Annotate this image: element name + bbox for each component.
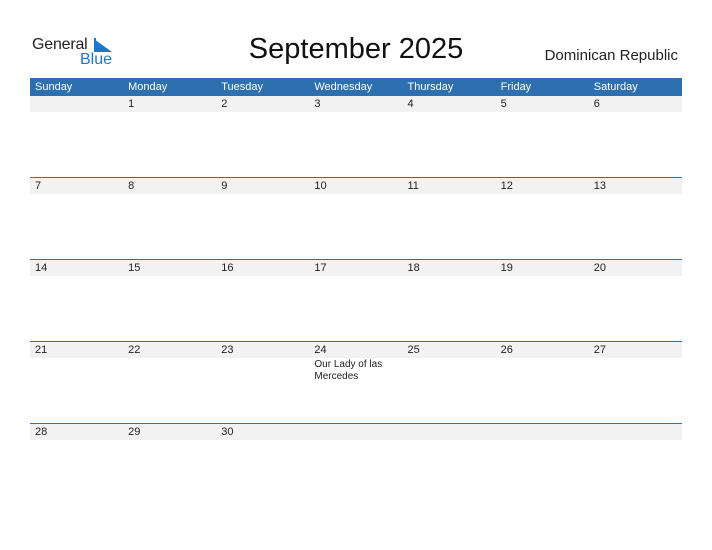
event-band [30, 112, 682, 113]
day-number: 7 [35, 180, 42, 192]
holiday-label [30, 276, 123, 277]
day-number: 9 [221, 180, 228, 192]
weekday-label: Monday [128, 81, 168, 93]
holiday-label [30, 358, 123, 383]
day-number: 17 [314, 262, 327, 274]
day-number: 22 [128, 344, 141, 356]
week-row: 28 29 30 [30, 423, 682, 505]
holiday-label [589, 194, 682, 195]
holiday-label [216, 440, 309, 441]
holiday-label [30, 440, 123, 441]
holiday-label [403, 194, 496, 195]
holiday-label [403, 440, 496, 441]
holiday-label [496, 358, 589, 383]
event-band: Our Lady of las Mercedes [30, 358, 682, 383]
weekday-label: Saturday [593, 81, 638, 93]
day-number: 19 [500, 262, 513, 274]
day-number: 30 [221, 426, 234, 438]
weekday-label: Tuesday [221, 81, 264, 93]
holiday-label [123, 358, 216, 383]
day-number [309, 424, 402, 440]
holiday-label [309, 194, 402, 195]
event-band [30, 276, 682, 277]
weekday-label: Sunday [35, 81, 73, 93]
day-number: 27 [593, 344, 606, 356]
week-row: 14 15 16 17 18 19 20 [30, 259, 682, 341]
day-number: 2 [221, 98, 228, 110]
weekday-header: Sunday Monday Tuesday Wednesday Thursday… [30, 78, 682, 96]
holiday-label [496, 194, 589, 195]
holiday-label [589, 358, 682, 383]
week-row: 7 8 9 10 11 12 13 [30, 177, 682, 259]
day-number: 21 [35, 344, 48, 356]
holiday-label [589, 276, 682, 277]
day-number: 20 [593, 262, 606, 274]
holiday-label [123, 112, 216, 113]
day-number [403, 424, 496, 440]
holiday-label [309, 112, 402, 113]
day-number: 16 [221, 262, 234, 274]
day-number [496, 424, 589, 440]
holiday-label [403, 276, 496, 277]
holiday-label [589, 112, 682, 113]
day-number: 11 [407, 180, 419, 192]
day-number: 10 [314, 180, 327, 192]
day-number [30, 96, 123, 112]
day-number: 8 [128, 180, 135, 192]
day-number: 15 [128, 262, 141, 274]
day-number: 25 [407, 344, 420, 356]
day-number: 24 [314, 344, 327, 356]
holiday-label [30, 194, 123, 195]
holiday-label [496, 276, 589, 277]
day-number: 12 [500, 180, 513, 192]
day-number: 13 [593, 180, 606, 192]
holiday-label [123, 194, 216, 195]
weekday-label: Thursday [407, 81, 454, 93]
week-row: 1 2 3 4 5 6 [30, 96, 682, 177]
day-number: 6 [593, 98, 600, 110]
holiday-label [309, 440, 402, 441]
event-band [30, 194, 682, 195]
day-number [589, 424, 682, 440]
holiday-label [403, 112, 496, 113]
holiday-label [123, 440, 216, 441]
day-number: 26 [500, 344, 513, 356]
holiday-label: Our Lady of las Mercedes [314, 359, 383, 382]
holiday-label [216, 276, 309, 277]
day-number: 1 [128, 98, 135, 110]
holiday-label [403, 358, 496, 383]
holiday-label [496, 440, 589, 441]
day-number: 28 [35, 426, 48, 438]
holiday-label [496, 112, 589, 113]
day-number-band: 28 29 30 [30, 424, 682, 440]
holiday-label [216, 112, 309, 113]
calendar-grid: Sunday Monday Tuesday Wednesday Thursday… [30, 78, 682, 505]
holiday-label [216, 194, 309, 195]
holiday-label [30, 112, 123, 113]
day-number-band: 1 2 3 4 5 6 [30, 96, 682, 112]
day-number: 29 [128, 426, 141, 438]
day-number: 18 [407, 262, 420, 274]
country-name: Dominican Republic [544, 47, 678, 64]
day-number-band: 7 8 9 10 11 12 13 [30, 178, 682, 194]
weekday-label: Wednesday [314, 81, 373, 93]
holiday-label [123, 276, 216, 277]
weekday-label: Friday [500, 81, 532, 93]
day-number: 14 [35, 262, 48, 274]
day-number: 4 [407, 98, 414, 110]
holiday-label [216, 358, 309, 383]
day-number-band: 21 22 23 24 25 26 27 [30, 342, 682, 358]
event-band [30, 440, 682, 441]
week-row: 21 22 23 24 25 26 27 Our Lady of las Mercedes [30, 341, 682, 423]
day-number-band: 14 15 16 17 18 19 20 [30, 260, 682, 276]
day-number: 3 [314, 98, 321, 110]
holiday-label [309, 276, 402, 277]
day-number: 23 [221, 344, 234, 356]
holiday-label [589, 440, 682, 441]
day-number: 5 [500, 98, 507, 110]
